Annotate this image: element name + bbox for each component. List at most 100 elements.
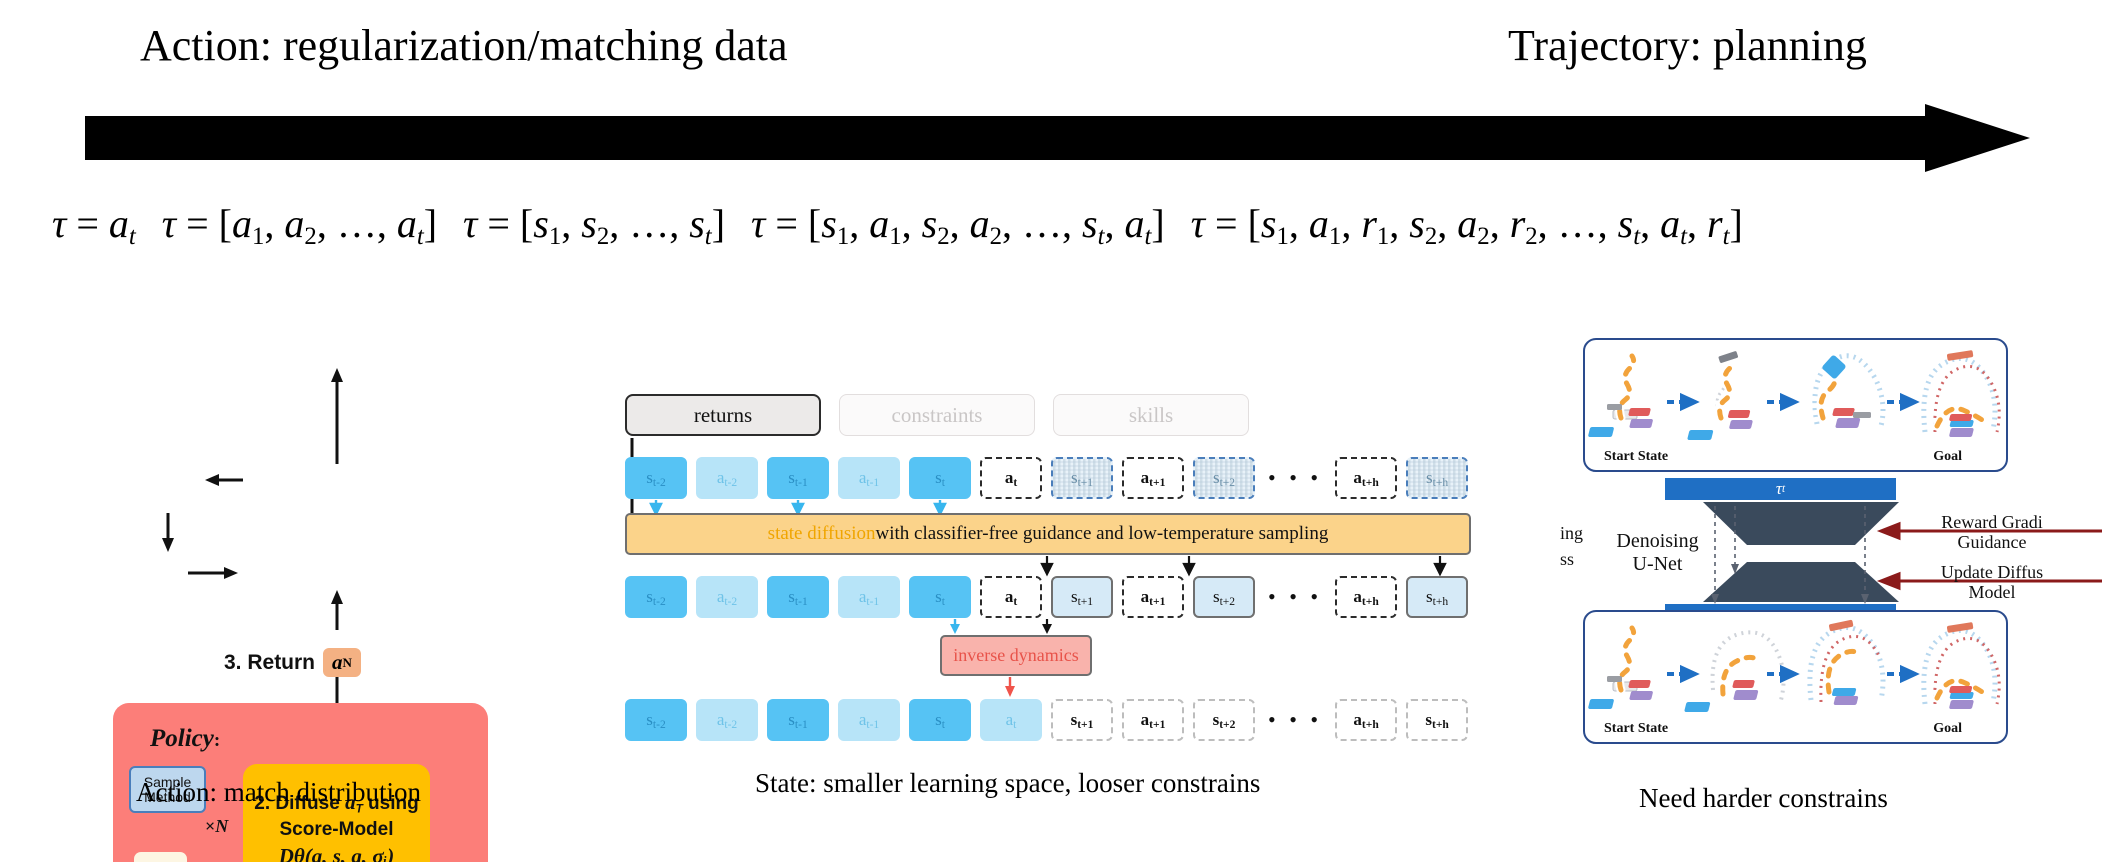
caption-policy: Action: match distribution xyxy=(136,777,421,807)
sequence-cell-label: at+1 xyxy=(1140,467,1166,489)
sequence-cell-label: at-1 xyxy=(858,709,880,731)
clipped-side-text: ing ss xyxy=(1560,520,1583,572)
sequence-cell-label: at-2 xyxy=(716,467,738,489)
sigma-i-box: σi xyxy=(134,852,187,862)
trajectory-equations: τ = at τ = [a1, a2, …, at] τ = [s1, s2, … xyxy=(52,190,2092,260)
sequence-cell-label: at+1 xyxy=(1140,586,1166,608)
sequence-cell-label: st+1 xyxy=(1070,467,1094,489)
sequence-cell-label: at xyxy=(1004,467,1018,489)
sequence-cell: st xyxy=(909,699,971,741)
sequence-row-output: st-2 at-2 st-1 at-1 st at st+1 at+1 st+2 • • • at+… xyxy=(625,576,1469,618)
policy-return-label: 3. Return xyxy=(224,650,316,674)
sequence-cell-label: at+h xyxy=(1353,586,1379,608)
sequence-cell-label: st+1 xyxy=(1070,709,1094,731)
sequence-cell-label: st-2 xyxy=(646,586,666,608)
sequence-cell: at-2 xyxy=(696,699,758,741)
sequence-cell: at xyxy=(980,457,1042,499)
panel-diffuser: Start State Goal τt ing ss Denoising U-N… xyxy=(1555,330,2102,760)
sequence-cell: st-2 xyxy=(625,699,687,741)
sequence-cell: st-1 xyxy=(767,576,829,618)
sequence-cell-label: st+2 xyxy=(1212,709,1236,731)
sequence-cell-label: at xyxy=(1005,709,1017,731)
inverse-dynamics-box: inverse dynamics xyxy=(940,635,1092,676)
sequence-cell-label: st-2 xyxy=(646,709,666,731)
panel-policy: 3. Return aN Policy: Sample Method ×N σi… xyxy=(0,300,560,862)
policy-return-step: 3. Return aN xyxy=(224,648,361,677)
sequence-cell: st xyxy=(909,457,971,499)
sequence-cell: at+h xyxy=(1335,457,1398,499)
score-model-line3: Dθ(a, s, g, σᵢ) xyxy=(278,844,395,862)
tau-t-bar: τt xyxy=(1665,478,1896,500)
sequence-cell: st xyxy=(909,576,971,618)
sequence-cell: st+2 xyxy=(1193,457,1255,499)
equation-4: τ = [s1, a1, s2, a2, …, st, at] xyxy=(751,200,1165,250)
sequence-cell-label: st+2 xyxy=(1212,586,1236,608)
sequence-cell-label: st-1 xyxy=(788,586,808,608)
reward-gradient-guidance-label: Reward Gradi Guidance xyxy=(1882,512,2102,552)
condition-skills[interactable]: skills xyxy=(1053,394,1249,436)
condition-constraints[interactable]: constraints xyxy=(839,394,1035,436)
sequence-cell: st+h xyxy=(1406,699,1469,741)
equation-2: τ = [a1, a2, …, at] xyxy=(161,200,438,250)
header-left-title: Action: regularization/matching data xyxy=(140,21,788,70)
caption-state-diffusion: State: smaller learning space, looser co… xyxy=(755,768,1261,798)
sequence-cell-label: at+1 xyxy=(1140,709,1166,731)
top-start-state-label: Start State xyxy=(1604,449,1669,464)
sequence-cell-label: st+1 xyxy=(1070,586,1094,608)
state-diffusion-highlight: state diffusion xyxy=(767,523,876,544)
sequence-cell: at-2 xyxy=(696,576,758,618)
update-diffusion-model-label: Update Diffus Model xyxy=(1882,562,2102,602)
sequence-cell: at+h xyxy=(1335,699,1398,741)
sequence-cell-label: at xyxy=(1004,586,1018,608)
trajectory-rollout-bottom: Start State Goal xyxy=(1583,610,2008,744)
sequence-cell-label: at-1 xyxy=(858,467,880,489)
sequence-cell: st+1 xyxy=(1051,457,1113,499)
sequence-cell: st-2 xyxy=(625,457,687,499)
sequence-cell-label: at-2 xyxy=(716,709,738,731)
sequence-cell: at+1 xyxy=(1122,457,1184,499)
times-n-label: ×N xyxy=(205,816,229,836)
condition-buttons: returns constraints skills xyxy=(625,394,1249,436)
sequence-cell-label: st-1 xyxy=(788,467,808,489)
denoising-unet-label: Denoising U-Net xyxy=(1610,530,1705,576)
equation-3: τ = [s1, s2, …, st] xyxy=(463,200,726,250)
sequence-ellipsis: • • • xyxy=(1268,465,1323,490)
sequence-cell-label: st-1 xyxy=(788,709,808,731)
score-model-line2: Score-Model xyxy=(279,819,394,841)
policy-return-chip: aN xyxy=(323,648,361,677)
policy-title: Policy: xyxy=(150,725,221,752)
sequence-cell: st+2 xyxy=(1193,576,1255,618)
sequence-cell-label: st+h xyxy=(1425,709,1449,731)
rightward-arrow-icon xyxy=(85,104,2030,172)
sequence-cell: at xyxy=(980,576,1042,618)
sequence-cell-label: at+h xyxy=(1353,467,1379,489)
sequence-cell-label: st+h xyxy=(1426,586,1449,608)
caption-diffuser: Need harder constrains xyxy=(1639,783,1888,813)
sequence-cell: at-2 xyxy=(696,457,758,499)
sequence-cell-label: st+h xyxy=(1426,467,1449,489)
sequence-cell: at+1 xyxy=(1122,699,1184,741)
sequence-cell: st+2 xyxy=(1193,699,1255,741)
condition-returns[interactable]: returns xyxy=(625,394,821,436)
sequence-row-final: st-2 at-2 st-1 at-1 st at st+1 at+1 st+2 • • • at+… xyxy=(625,699,1469,741)
unet-label-line2: U-Net xyxy=(1632,553,1683,575)
trajectory-rollout-top: Start State Goal xyxy=(1583,338,2008,472)
sequence-cell: at-1 xyxy=(838,457,900,499)
bottom-start-state-label: Start State xyxy=(1604,721,1669,736)
sequence-cell-label: st xyxy=(935,709,945,731)
clipped-side-line1: ing xyxy=(1560,523,1584,543)
unet-label-line1: Denoising xyxy=(1616,530,1699,552)
sequence-cell: at-1 xyxy=(838,699,900,741)
reward-label-line1: Reward Gradi xyxy=(1941,512,2043,532)
sequence-cell: st+1 xyxy=(1051,576,1113,618)
sequence-cell: st+1 xyxy=(1051,699,1113,741)
panel-state-diffusion: returns constraints skills st-2 at-2 st-1 a… xyxy=(610,380,1490,780)
state-diffusion-rest: with classifier-free guidance and low-te… xyxy=(875,523,1329,544)
sequence-row-input: st-2 at-2 st-1 at-1 st at st+1 at+1 st+2 • • • at+… xyxy=(625,457,1469,499)
update-label-line2: Model xyxy=(1968,582,2016,603)
sequence-cell-label: st+2 xyxy=(1212,467,1236,489)
sequence-cell: st+h xyxy=(1406,576,1469,618)
sequence-cell: at-1 xyxy=(838,576,900,618)
clipped-side-line2: ss xyxy=(1560,549,1575,570)
sequence-cell: at+1 xyxy=(1122,576,1184,618)
